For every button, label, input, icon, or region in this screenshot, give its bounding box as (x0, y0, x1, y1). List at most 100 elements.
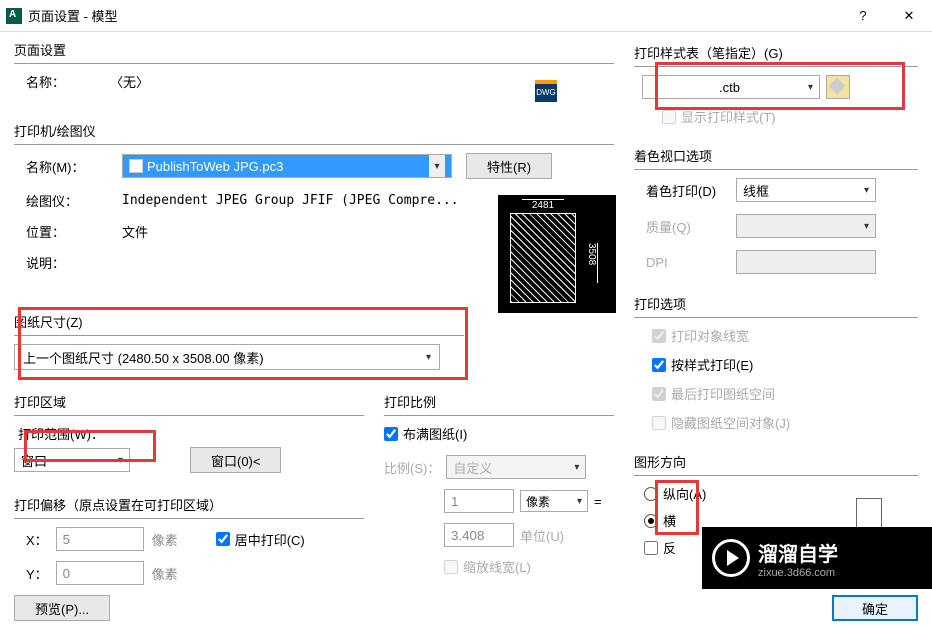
printer-icon (129, 159, 143, 173)
px-unit-value: 像素 (526, 493, 550, 510)
print-range-combo[interactable]: 窗口 ▾ (14, 448, 130, 472)
divider (14, 415, 364, 416)
offset-y-input (56, 561, 144, 585)
chevron-down-icon: ▾ (577, 496, 582, 507)
dpi-input (736, 250, 876, 274)
printer-title: 打印机/绘图仪 (14, 121, 614, 140)
style-table-title: 打印样式表（笔指定）(G) (634, 43, 918, 62)
properties-button[interactable]: 特性(R) (466, 153, 552, 179)
display-styles-label: 显示打印样式(T) (681, 107, 776, 126)
print-range-value: 窗口 (21, 451, 47, 470)
unit-label: 单位(U) (520, 526, 564, 545)
description-label: 说明： (26, 253, 122, 272)
window-title: 页面设置 - 模型 (28, 6, 118, 25)
printer-name-combo[interactable]: PublishToWeb JPG.pc3 ▾ (122, 154, 452, 178)
center-print-label: 居中打印(C) (235, 530, 305, 549)
ctb-row: .ctb ▾ (642, 75, 918, 99)
plotter-label: 绘图仪： (26, 191, 122, 210)
watermark: 溜溜自学 zixue.3d66.com (702, 527, 932, 589)
opt-hide-label: 隐藏图纸空间对象(J) (671, 413, 790, 432)
edit-style-button[interactable] (826, 75, 850, 99)
scale-lineweight-label: 缩放线宽(L) (463, 557, 531, 576)
paper-size-value: 上一个图纸尺寸 (2480.50 x 3508.00 像素) (23, 348, 264, 367)
offset-x-unit: 像素 (152, 530, 178, 549)
opt-style-label: 按样式打印(E) (671, 355, 753, 374)
reverse-label: 反 (663, 538, 676, 557)
preview-width: 2481 (522, 199, 564, 211)
offset-y-unit: 像素 (152, 564, 178, 583)
scale-num-input (444, 489, 514, 513)
chevron-down-icon: ▾ (429, 155, 445, 177)
location-value: 文件 (122, 222, 148, 241)
dpi-label: DPI (646, 255, 728, 270)
fit-paper-checkbox[interactable]: 布满图纸(I) (384, 424, 614, 443)
divider (384, 415, 614, 416)
opt-style-input[interactable] (652, 358, 666, 372)
mid-columns: 打印区域 打印范围(W)： 窗口 ▾ 窗口(0)< 打印偏移（原点设置在可打印区… (14, 392, 614, 585)
print-scale-title: 打印比例 (384, 392, 614, 411)
offset-x-label: X： (26, 530, 48, 549)
divider (634, 66, 918, 67)
shade-print-label: 着色打印(D) (646, 181, 728, 200)
printer-name-label: 名称(M)： (26, 157, 122, 176)
app-icon (6, 8, 22, 24)
divider (634, 317, 918, 318)
offset-y-label: Y： (26, 564, 48, 583)
location-label: 位置： (26, 222, 122, 241)
printer-name-row: 名称(M)： PublishToWeb JPG.pc3 ▾ 特性(R) (14, 153, 614, 179)
divider (634, 169, 918, 170)
divider (14, 518, 364, 519)
print-area-col: 打印区域 打印范围(W)： 窗口 ▾ 窗口(0)< 打印偏移（原点设置在可打印区… (14, 392, 364, 585)
px-unit-combo[interactable]: 像素 ▾ (520, 490, 588, 512)
preview-hatch (510, 213, 576, 303)
eq-symbol: = (594, 494, 602, 509)
reverse-input[interactable] (644, 541, 658, 555)
quality-label: 质量(Q) (646, 217, 728, 236)
orientation-title: 图形方向 (634, 452, 918, 471)
display-styles-checkbox: 显示打印样式(T) (662, 107, 918, 126)
ctb-value: .ctb (719, 80, 740, 95)
fit-paper-label: 布满图纸(I) (403, 424, 467, 443)
scale-label: 比例(S)： (384, 458, 440, 477)
portrait-label: 纵向(A) (663, 484, 706, 503)
divider (14, 63, 614, 64)
chevron-down-icon: ▾ (864, 185, 869, 196)
scale-combo: 自定义 ▾ (446, 455, 586, 479)
display-styles-input (662, 110, 676, 124)
scale-lineweight-checkbox: 缩放线宽(L) (384, 557, 614, 576)
help-button[interactable]: ? (840, 0, 886, 32)
center-print-check-input[interactable] (216, 532, 230, 546)
titlebar-buttons: ? ✕ (840, 0, 932, 32)
chevron-down-icon: ▾ (864, 221, 869, 232)
shade-print-combo[interactable]: 线框 ▾ (736, 178, 876, 202)
ok-button[interactable]: 确定 (832, 595, 918, 621)
fit-paper-check-input[interactable] (384, 427, 398, 441)
chevron-down-icon: ▾ (426, 352, 431, 363)
scale-num-row: 像素 ▾ = (384, 489, 614, 513)
page-setup-name-row: 名称： 〈无〉 (14, 72, 614, 91)
opt-style-checkbox[interactable]: 按样式打印(E) (634, 355, 918, 374)
center-print-checkbox[interactable]: 居中打印(C) (216, 530, 305, 549)
divider (14, 144, 614, 145)
divider (634, 475, 918, 476)
preview-button[interactable]: 预览(P)... (14, 595, 110, 621)
chevron-down-icon: ▾ (118, 455, 123, 466)
window-pick-button[interactable]: 窗口(0)< (190, 447, 281, 473)
print-range-label: 打印范围(W)： (14, 424, 364, 443)
titlebar: 页面设置 - 模型 ? ✕ (0, 0, 932, 32)
play-icon (712, 539, 750, 577)
left-column: 页面设置 名称： 〈无〉 DWG 打印机/绘图仪 名称(M)： PublishT… (14, 40, 614, 582)
paper-size-title: 图纸尺寸(Z) (14, 312, 614, 331)
offset-title: 打印偏移（原点设置在可打印区域） (14, 495, 364, 514)
watermark-text: 溜溜自学 zixue.3d66.com (758, 538, 838, 579)
content: 页面设置 名称： 〈无〉 DWG 打印机/绘图仪 名称(M)： PublishT… (0, 32, 932, 582)
quality-combo: ▾ (736, 214, 876, 238)
opt-last-checkbox: 最后打印图纸空间 (634, 384, 918, 403)
radio-icon (644, 514, 658, 528)
paper-size-combo[interactable]: 上一个图纸尺寸 (2480.50 x 3508.00 像素) ▾ (14, 344, 440, 370)
close-button[interactable]: ✕ (886, 0, 932, 32)
page-setup-name-label: 名称： (14, 72, 110, 91)
preview-height: 3508 (586, 243, 598, 283)
ctb-combo[interactable]: .ctb ▾ (642, 75, 820, 99)
opt-hide-input (652, 416, 666, 430)
